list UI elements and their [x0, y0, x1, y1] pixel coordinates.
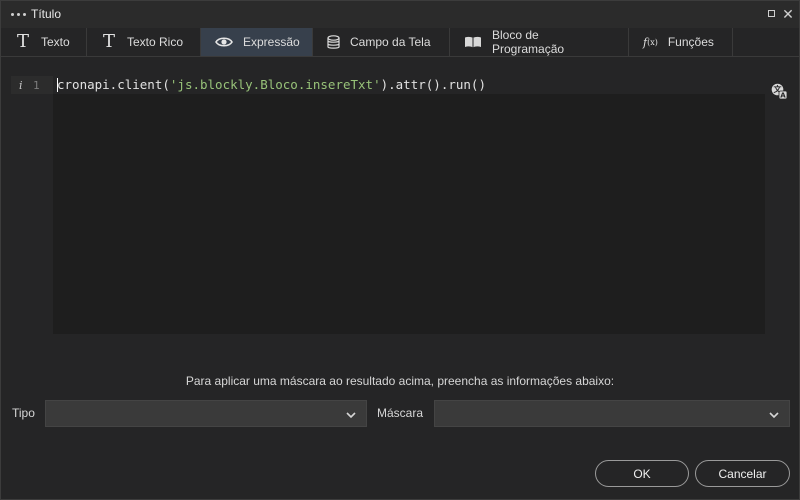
- mask-hint-text: Para aplicar uma máscara ao resultado ac…: [185, 374, 615, 388]
- text-caret: [57, 78, 58, 92]
- cancel-button[interactable]: Cancelar: [695, 460, 790, 487]
- tab-expressao[interactable]: Expressão: [201, 28, 313, 56]
- ok-button[interactable]: OK: [595, 460, 689, 487]
- code-call: cronapi.client(: [57, 77, 170, 92]
- tab-label: Expressão: [243, 35, 300, 49]
- window-menu-icon[interactable]: [11, 10, 31, 18]
- info-marker-icon[interactable]: i: [19, 79, 23, 92]
- tab-label: Texto: [41, 35, 70, 49]
- line-gutter: i 1: [11, 76, 53, 94]
- line-number: 1: [33, 79, 40, 92]
- tipo-label: Tipo: [12, 406, 35, 420]
- book-icon: [464, 36, 482, 48]
- code-call-suffix: ).attr().run(): [380, 77, 486, 92]
- svg-text:A: A: [780, 92, 786, 99]
- window-title: Título: [31, 7, 62, 21]
- mascara-select[interactable]: [434, 400, 790, 427]
- mascara-label: Máscara: [377, 406, 424, 420]
- tab-label: Funções: [667, 35, 714, 49]
- tab-bloco-de-programacao[interactable]: Bloco de Programação: [450, 28, 629, 56]
- function-icon: f (x): [643, 35, 658, 49]
- rich-text-t-icon: T: [102, 31, 115, 52]
- tab-texto-rico[interactable]: T Texto Rico: [87, 28, 201, 56]
- title-bar[interactable]: Título ✕: [1, 1, 799, 28]
- code-string-literal: 'js.blockly.Bloco.insereTxt': [169, 77, 381, 92]
- database-icon: [327, 34, 340, 50]
- maximize-icon[interactable]: [765, 7, 779, 21]
- tab-funcoes[interactable]: f (x) Funções: [629, 28, 733, 56]
- eye-icon: [215, 36, 233, 48]
- chevron-down-icon: [345, 408, 357, 420]
- tab-bar: T Texto T Texto Rico Expressão Campo da …: [1, 28, 799, 57]
- chevron-down-icon: [768, 408, 780, 420]
- expression-dialog: Título ✕ T Texto T Texto Rico Expressão …: [0, 0, 800, 500]
- tab-texto[interactable]: T Texto: [1, 28, 87, 56]
- translate-icon[interactable]: 文 A: [771, 83, 788, 100]
- editor-gutter: [11, 94, 53, 334]
- code-line[interactable]: cronapi.client('js.blockly.Bloco.insereT…: [57, 76, 486, 94]
- tab-label: Texto Rico: [127, 35, 184, 49]
- tipo-select[interactable]: [45, 400, 367, 427]
- tab-label: Campo da Tela: [350, 35, 431, 49]
- expression-editor[interactable]: i 1 cronapi.client('js.blockly.Bloco.ins…: [11, 76, 765, 334]
- tab-campo-da-tela[interactable]: Campo da Tela: [313, 28, 450, 56]
- close-icon[interactable]: ✕: [781, 7, 795, 21]
- tab-label: Bloco de Programação: [492, 28, 565, 56]
- text-t-icon: T: [16, 31, 29, 52]
